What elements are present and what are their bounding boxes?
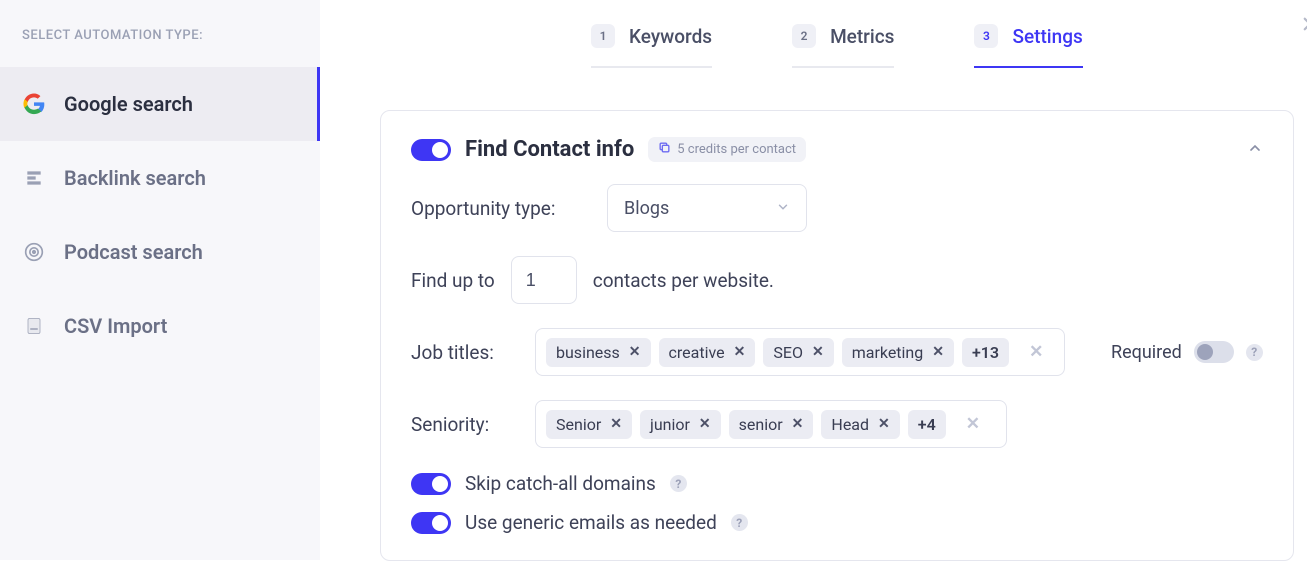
chip: Senior ✕ [546,410,632,439]
clear-chips[interactable]: ✕ [1029,342,1043,362]
job-titles-row: Job titles: business ✕ creative ✕ SEO ✕ mar… [411,328,1263,376]
step-tabs: 1 Keywords 2 Metrics 3 Settings [380,0,1294,80]
google-icon [22,92,46,116]
chip-remove[interactable]: ✕ [812,344,824,360]
seniority-label: Seniority: [411,413,519,436]
chip-remove[interactable]: ✕ [878,416,890,432]
chip: SEO ✕ [763,338,833,367]
sidebar-item-label: Podcast search [64,240,203,264]
required-wrap: Required ? [1111,341,1263,363]
chip: marketing ✕ [842,338,954,367]
close-button[interactable] [1296,10,1307,38]
clear-chips[interactable]: ✕ [966,414,980,434]
tab-keywords[interactable]: 1 Keywords [591,24,712,68]
chip-label: SEO [773,343,803,362]
chip-remove[interactable]: ✕ [699,416,711,432]
help-icon[interactable]: ? [1246,344,1263,361]
podcast-icon [22,240,46,264]
chip-label: senior [739,415,783,434]
contacts-input[interactable] [511,256,577,304]
find-contact-panel: Find Contact info 5 credits per contact … [380,110,1294,561]
chip: senior ✕ [729,410,814,439]
tab-label: Keywords [629,25,712,48]
chevron-down-icon [776,198,790,219]
chip-more[interactable]: +4 [908,410,946,439]
chip-remove[interactable]: ✕ [610,416,622,432]
chip-remove[interactable]: ✕ [734,344,746,360]
chip-remove[interactable]: ✕ [629,344,641,360]
chip-label: creative [669,343,725,362]
copy-icon [658,141,671,158]
seniority-row: Seniority: Senior ✕ junior ✕ senior ✕ Head ✕… [411,400,1263,448]
sidebar-item-label: Google search [64,92,193,116]
tab-metrics[interactable]: 2 Metrics [792,24,894,68]
credits-badge: 5 credits per contact [648,137,806,162]
generic-emails-label: Use generic emails as needed [465,511,717,534]
tab-num: 3 [974,24,998,48]
findup-post: contacts per website. [593,269,774,292]
findup-row: Find up to contacts per website. [411,256,1263,304]
help-icon[interactable]: ? [731,514,748,531]
tab-settings[interactable]: 3 Settings [974,24,1082,68]
tab-label: Metrics [830,25,894,48]
sidebar-item-csv-import[interactable]: CSV Import [0,289,320,363]
opportunity-select[interactable]: Blogs [607,184,807,232]
panel-header: Find Contact info 5 credits per contact [411,137,1263,162]
required-toggle[interactable] [1194,341,1234,363]
collapse-button[interactable] [1247,140,1263,160]
skip-catchall-row: Skip catch-all domains ? [411,472,1263,495]
opportunity-value: Blogs [624,198,669,219]
sidebar-heading: SELECT AUTOMATION TYPE: [0,28,320,67]
find-contact-toggle[interactable] [411,139,451,161]
skip-catchall-label: Skip catch-all domains [465,472,656,495]
sidebar-item-google-search[interactable]: Google search [0,67,320,141]
csv-icon [22,314,46,338]
sidebar-item-label: Backlink search [64,166,206,190]
chip-label: Head [831,415,869,434]
skip-catchall-toggle[interactable] [411,473,451,495]
sidebar-item-label: CSV Import [64,314,167,338]
chip: Head ✕ [821,410,899,439]
job-titles-chipbox[interactable]: business✕ creative✕ SEO✕ marketing✕ +13 … [535,328,1065,376]
generic-emails-row: Use generic emails as needed ? [411,511,1263,534]
credits-text: 5 credits per contact [677,142,796,157]
backlink-icon [22,166,46,190]
tab-num: 1 [591,24,615,48]
chip-label: business [556,343,620,362]
seniority-chipbox[interactable]: Senior ✕ junior ✕ senior ✕ Head ✕ +4 ✕ [535,400,1007,448]
sidebar-item-backlink-search[interactable]: Backlink search [0,141,320,215]
generic-emails-toggle[interactable] [411,512,451,534]
chip-remove[interactable]: ✕ [792,416,804,432]
chip: creative ✕ [659,338,756,367]
tab-label: Settings [1012,25,1082,48]
chip: junior ✕ [640,410,721,439]
job-titles-label: Job titles: [411,341,519,364]
tab-num: 2 [792,24,816,48]
opportunity-label: Opportunity type: [411,197,591,220]
sidebar: SELECT AUTOMATION TYPE: Google search Ba… [0,0,320,560]
sidebar-item-podcast-search[interactable]: Podcast search [0,215,320,289]
help-icon[interactable]: ? [670,475,687,492]
chip-more[interactable]: +13 [962,338,1009,367]
chip-label: marketing [852,343,924,362]
opportunity-row: Opportunity type: Blogs [411,184,1263,232]
chip: business ✕ [546,338,651,367]
chip-label: Senior [556,415,601,434]
chip-remove[interactable]: ✕ [932,344,944,360]
required-label: Required [1111,342,1182,363]
main-content: 1 Keywords 2 Metrics 3 Settings Find Con… [320,0,1307,560]
findup-pre: Find up to [411,269,495,292]
chip-label: junior [650,415,690,434]
panel-title: Find Contact info [465,137,634,162]
